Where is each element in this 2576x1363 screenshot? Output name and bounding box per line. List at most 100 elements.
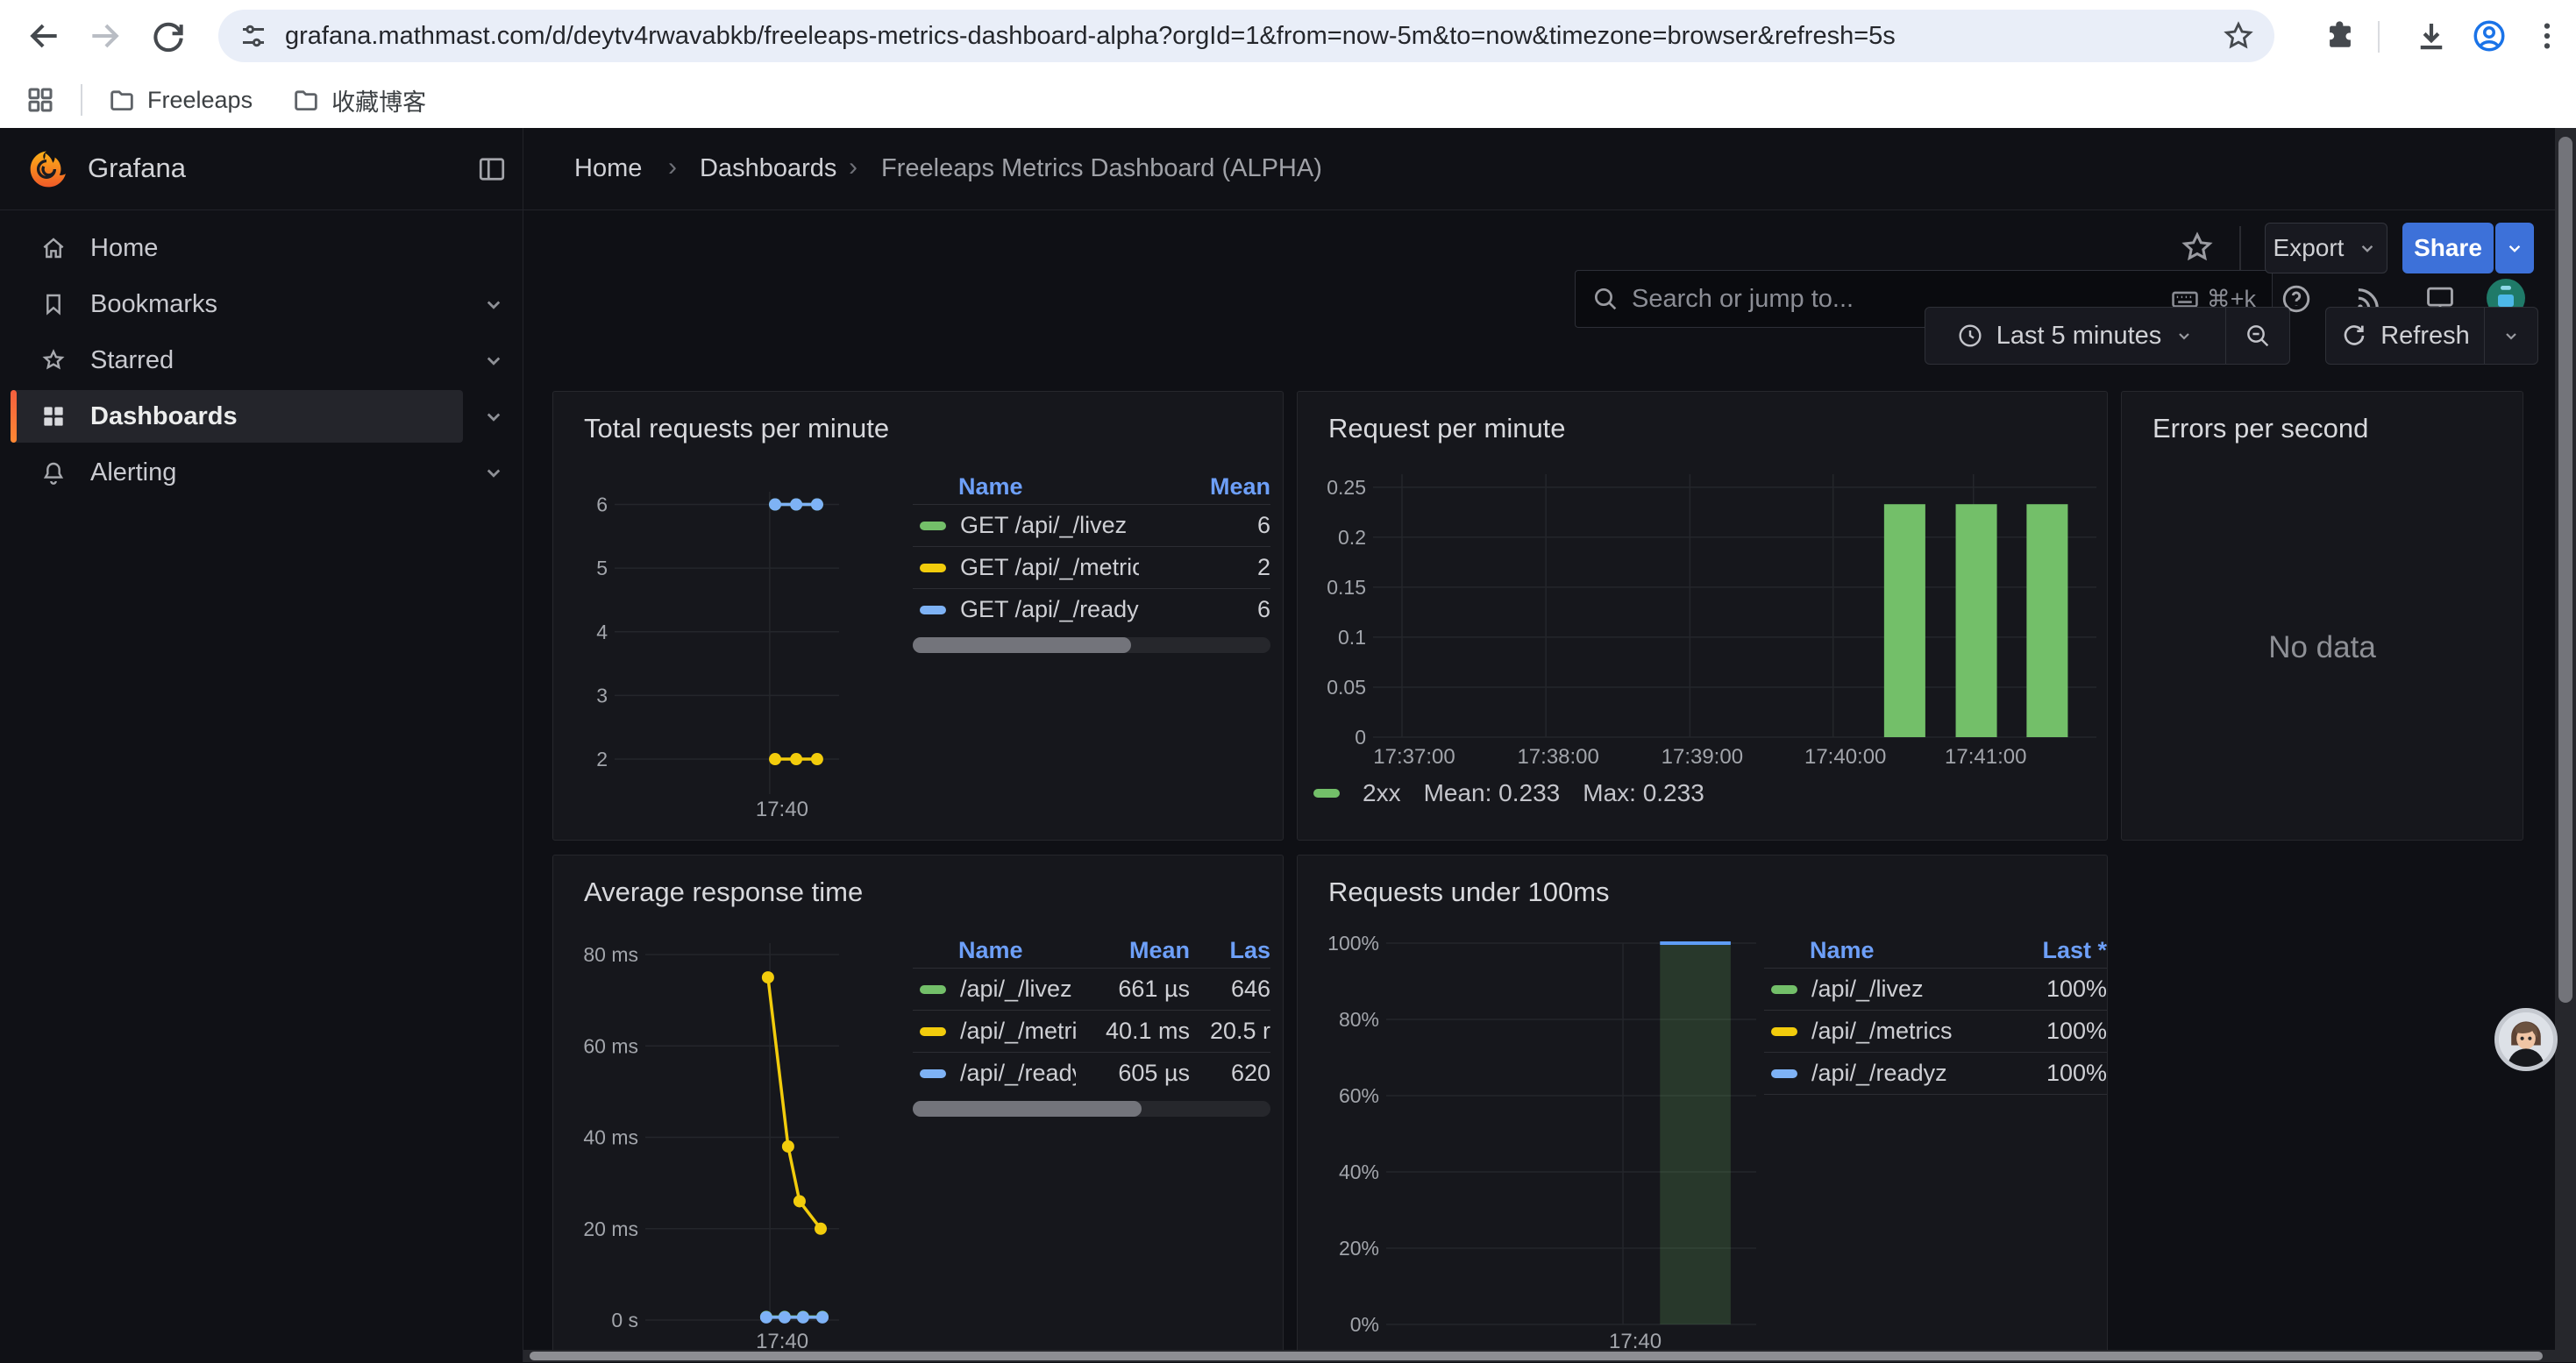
y-axis-tick-label: 6 xyxy=(596,493,608,516)
share-menu-button[interactable] xyxy=(2495,223,2534,273)
bookmark-folder-blogs[interactable]: 收藏博客 xyxy=(291,83,426,117)
y-axis-tick-label: 0.05 xyxy=(1327,676,1366,699)
table-scrollbar-thumb[interactable] xyxy=(913,1101,1142,1117)
share-split-button: Share xyxy=(2402,223,2534,273)
y-axis-tick-label: 0% xyxy=(1350,1313,1379,1336)
sidebar-item-bookmarks[interactable]: Bookmarks xyxy=(11,278,463,330)
sidebar-item-home[interactable]: Home xyxy=(11,222,463,274)
area-column xyxy=(1660,943,1731,1324)
sidebar-item-dashboards[interactable]: Dashboards xyxy=(11,390,463,443)
chevron-down-icon[interactable] xyxy=(480,403,507,429)
favorite-star-icon[interactable] xyxy=(2180,230,2215,265)
zoom-out-button[interactable] xyxy=(2225,308,2289,364)
panel-title[interactable]: Errors per second xyxy=(2153,413,2368,444)
legend-column-header[interactable]: Name xyxy=(913,937,1076,964)
share-button[interactable]: Share xyxy=(2402,223,2494,273)
legend-swatch xyxy=(1313,789,1340,798)
bookmarks-bar: Freeleaps 收藏博客 xyxy=(0,72,2576,128)
table-scrollbar[interactable] xyxy=(913,1101,1270,1117)
series-swatch xyxy=(920,985,946,994)
series-name[interactable]: /api/_/readyz xyxy=(1764,1060,1993,1087)
series-point xyxy=(793,1195,806,1207)
series-name[interactable]: /api/_/livez xyxy=(1764,976,1993,1003)
series-name[interactable]: GET /api/_/livez xyxy=(913,512,1139,539)
sidebar-toggle-icon[interactable] xyxy=(476,153,508,185)
export-button[interactable]: Export xyxy=(2265,223,2387,273)
table-scrollbar-thumb[interactable] xyxy=(913,637,1131,653)
refresh-group: Refresh xyxy=(2325,307,2538,365)
legend-column-header[interactable]: Mean xyxy=(1139,473,1270,500)
breadcrumb-dashboards[interactable]: Dashboards xyxy=(700,154,836,183)
series-name[interactable]: GET /api/_/readyz xyxy=(913,596,1139,623)
time-range-picker[interactable]: Last 5 minutes xyxy=(1925,308,2225,364)
bookmark-star-icon[interactable] xyxy=(2222,19,2255,53)
panel-title[interactable]: Request per minute xyxy=(1328,413,1566,444)
browser-back-icon[interactable] xyxy=(25,17,63,55)
extensions-icon[interactable] xyxy=(2322,18,2359,54)
series-name[interactable]: /api/_/readyz xyxy=(913,1060,1076,1087)
refresh-interval-button[interactable] xyxy=(2484,308,2537,364)
y-axis-tick-label: 40% xyxy=(1339,1161,1379,1183)
series-name[interactable]: /api/_/livez xyxy=(913,976,1076,1003)
legend-row: /api/_/readyz100% xyxy=(1764,1052,2107,1095)
series-point xyxy=(815,1223,827,1235)
legend-series[interactable]: 2xx xyxy=(1363,779,1401,807)
table-scrollbar[interactable] xyxy=(913,637,1270,653)
panel-requests-under-100ms: 100%80%60%40%20%0%17:40 Requests under 1… xyxy=(1297,855,2108,1362)
address-bar[interactable]: grafana.mathmast.com/d/deytv4rwavabkb/fr… xyxy=(218,10,2274,62)
panel-title[interactable]: Total requests per minute xyxy=(584,413,889,444)
browser-menu-icon[interactable] xyxy=(2529,18,2565,54)
grafana-logo[interactable] xyxy=(25,147,68,191)
folder-icon xyxy=(107,85,137,115)
sidebar-item-alerting[interactable]: Alerting xyxy=(11,446,463,499)
series-point xyxy=(816,1310,829,1323)
legend-column-header[interactable]: Name xyxy=(1764,937,1993,964)
refresh-button[interactable]: Refresh xyxy=(2326,308,2484,364)
y-axis-tick-label: 0 xyxy=(1355,726,1366,749)
series-name[interactable]: GET /api/_/metrics xyxy=(913,554,1139,581)
url-text[interactable]: grafana.mathmast.com/d/deytv4rwavabkb/fr… xyxy=(285,22,2206,51)
panel-title[interactable]: Requests under 100ms xyxy=(1328,877,1610,908)
y-axis-tick-label: 40 ms xyxy=(583,1126,638,1149)
time-picker-group: Last 5 minutes xyxy=(1925,307,2290,365)
panel-errors-per-second: Errors per second No data xyxy=(2121,391,2523,841)
browser-reload-icon[interactable] xyxy=(149,17,188,55)
vertical-scrollbar-thumb[interactable] xyxy=(2558,137,2572,1003)
series-point xyxy=(816,1311,829,1324)
profile-icon[interactable] xyxy=(2471,18,2508,54)
floating-assistant-avatar[interactable] xyxy=(2494,1008,2558,1071)
dashboards-icon xyxy=(39,402,68,430)
panel-title[interactable]: Average response time xyxy=(584,877,863,908)
series-name[interactable]: /api/_/metrics xyxy=(1764,1018,1993,1045)
legend-column-header[interactable]: Mean xyxy=(1076,937,1190,964)
series-value: 40.1 ms xyxy=(1076,1018,1190,1045)
legend-column-header[interactable]: Name xyxy=(913,473,1139,500)
chevron-down-icon xyxy=(2503,237,2526,259)
chevron-down-icon[interactable] xyxy=(480,347,507,373)
legend-column-header[interactable]: Las xyxy=(1190,937,1270,964)
horizontal-scrollbar-thumb[interactable] xyxy=(530,1352,2543,1360)
grafana-brand[interactable]: Grafana xyxy=(88,153,186,184)
bar xyxy=(2026,504,2067,737)
downloads-icon[interactable] xyxy=(2413,18,2450,54)
x-axis-tick-label: 17:37:00 xyxy=(1373,745,1455,769)
browser-forward-icon[interactable] xyxy=(86,17,125,55)
legend-row: GET /api/_/livez6 xyxy=(913,504,1270,546)
legend-column-header[interactable]: Last * xyxy=(1993,937,2107,964)
series-point xyxy=(811,499,823,511)
legend-max: Max: 0.233 xyxy=(1583,779,1704,807)
legend-row: /api/_/readyz605 µs620 xyxy=(913,1052,1270,1094)
chevron-down-icon[interactable] xyxy=(480,459,507,486)
chevron-down-icon[interactable] xyxy=(480,291,507,317)
x-axis-tick-label: 17:39:00 xyxy=(1662,745,1743,769)
active-accent-bar xyxy=(11,390,17,443)
y-axis-tick-label: 4 xyxy=(596,621,608,643)
series-name[interactable]: /api/_/metrics xyxy=(913,1018,1076,1045)
bookmark-folder-freeleaps[interactable]: Freeleaps xyxy=(107,85,253,115)
apps-grid-icon[interactable] xyxy=(25,84,56,116)
series-point xyxy=(762,971,774,983)
site-settings-icon[interactable] xyxy=(238,20,269,52)
sidebar-item-starred[interactable]: Starred xyxy=(11,334,463,387)
breadcrumb-home[interactable]: Home xyxy=(574,154,642,183)
legend-row: GET /api/_/readyz6 xyxy=(913,588,1270,630)
